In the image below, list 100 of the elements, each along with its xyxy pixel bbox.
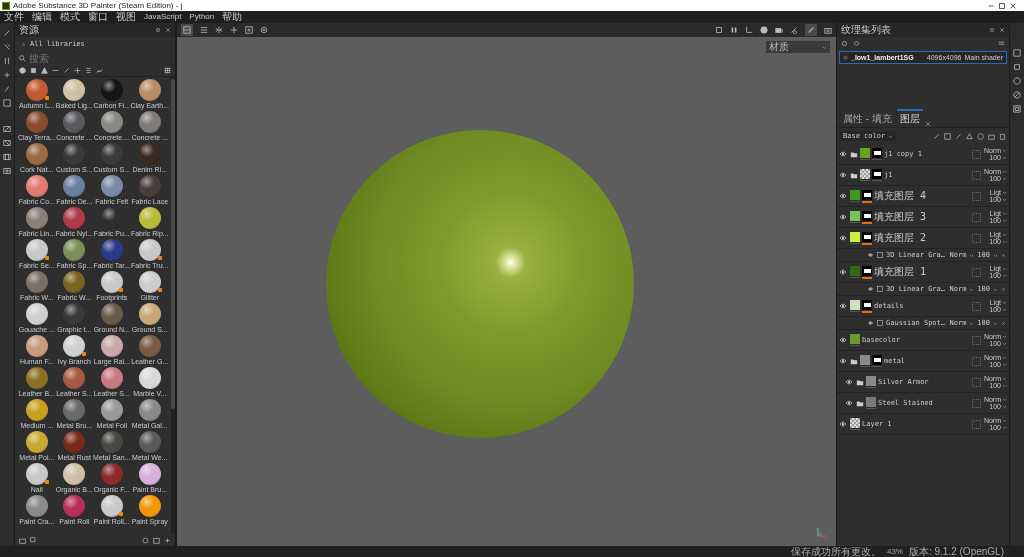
- material-preview[interactable]: [25, 79, 48, 101]
- import-icon[interactable]: [19, 536, 26, 544]
- filter-icon[interactable]: [96, 67, 103, 74]
- display-mode-dropdown[interactable]: 材质: [766, 41, 830, 53]
- menu-item[interactable]: 文件: [4, 11, 24, 23]
- layer-name[interactable]: 填充图层 4: [874, 189, 970, 203]
- material-preview[interactable]: [63, 367, 86, 389]
- close-icon[interactable]: [1009, 1, 1017, 10]
- material-preview[interactable]: [63, 207, 86, 229]
- search-field[interactable]: 搜索: [29, 52, 89, 64]
- close-icon[interactable]: [165, 27, 171, 33]
- chevron-icon[interactable]: [888, 133, 894, 139]
- sphere-icon[interactable]: [760, 26, 768, 34]
- material-preview[interactable]: [25, 463, 48, 485]
- material-preview[interactable]: [25, 335, 48, 357]
- material-preview[interactable]: [25, 111, 48, 133]
- material-preview[interactable]: [63, 463, 86, 485]
- material-preview[interactable]: [138, 79, 161, 101]
- material-preview[interactable]: [25, 271, 48, 293]
- layer-name[interactable]: 填充图层 1: [874, 265, 970, 279]
- camera-icon[interactable]: [775, 26, 783, 34]
- align-icon[interactable]: [230, 26, 238, 34]
- material-preview[interactable]: [25, 207, 48, 229]
- menu-icon[interactable]: [998, 40, 1005, 47]
- close-icon[interactable]: [999, 27, 1005, 33]
- menu-item[interactable]: JavaScript: [144, 11, 182, 23]
- material-preview[interactable]: [100, 399, 123, 421]
- chevron-icon[interactable]: [822, 44, 827, 50]
- material-preview[interactable]: [138, 431, 161, 453]
- material-preview[interactable]: [138, 399, 161, 421]
- restore-icon[interactable]: [998, 1, 1006, 10]
- material-preview[interactable]: [138, 463, 161, 485]
- grid-icon[interactable]: [200, 26, 208, 34]
- material-preview[interactable]: [25, 175, 48, 197]
- tool-icon[interactable]: [3, 57, 11, 65]
- material-preview[interactable]: [25, 239, 48, 261]
- material-preview[interactable]: [138, 239, 161, 261]
- panel-icon[interactable]: [1013, 91, 1021, 99]
- material-preview[interactable]: [25, 303, 48, 325]
- material-preview[interactable]: [138, 367, 161, 389]
- menu-item[interactable]: 模式: [60, 11, 80, 23]
- brush-icon[interactable]: [807, 26, 815, 34]
- tool-icon[interactable]: [3, 153, 11, 161]
- tool-icon[interactable]: [3, 139, 11, 147]
- layer-name[interactable]: 填充图层 3: [874, 210, 970, 224]
- layer-name[interactable]: 填充图层 2: [874, 231, 970, 245]
- material-preview[interactable]: [138, 495, 161, 517]
- tool-icon[interactable]: [3, 29, 11, 37]
- filter-icon[interactable]: [85, 67, 92, 74]
- chevron-icon[interactable]: [969, 320, 975, 326]
- grid-view-icon[interactable]: [164, 67, 171, 74]
- menu-item[interactable]: Python: [189, 11, 215, 23]
- chevron-icon[interactable]: [993, 252, 998, 258]
- material-preview[interactable]: [138, 111, 161, 133]
- material-preview[interactable]: [63, 335, 86, 357]
- material-preview[interactable]: [63, 495, 86, 517]
- tool-icon[interactable]: [3, 125, 11, 133]
- tool-icon[interactable]: [3, 71, 11, 79]
- material-preview[interactable]: [100, 495, 123, 517]
- material-preview[interactable]: [100, 271, 123, 293]
- material-preview[interactable]: [100, 175, 123, 197]
- tool-icon[interactable]: [3, 167, 11, 175]
- material-preview[interactable]: [63, 239, 86, 261]
- material-preview[interactable]: [25, 399, 48, 421]
- chevron-icon[interactable]: [993, 320, 998, 326]
- material-preview[interactable]: [138, 207, 161, 229]
- material-preview[interactable]: [25, 495, 48, 517]
- tool-icon[interactable]: [3, 43, 11, 51]
- material-preview[interactable]: [25, 367, 48, 389]
- close-icon[interactable]: [1001, 320, 1006, 326]
- close-icon[interactable]: [924, 121, 931, 127]
- material-preview[interactable]: [100, 303, 123, 325]
- settings-icon[interactable]: [260, 26, 268, 34]
- pause-icon[interactable]: [730, 26, 738, 34]
- material-preview[interactable]: [25, 431, 48, 453]
- layout-icon[interactable]: [183, 26, 191, 34]
- expand-icon[interactable]: [21, 41, 26, 47]
- chevron-icon[interactable]: [969, 252, 975, 258]
- material-preview[interactable]: [100, 367, 123, 389]
- material-preview[interactable]: [100, 335, 123, 357]
- menu-item[interactable]: 窗口: [88, 11, 108, 23]
- panel-icon[interactable]: [1013, 105, 1021, 113]
- screenshot-icon[interactable]: [715, 26, 723, 34]
- chevron-icon[interactable]: [969, 286, 975, 292]
- material-preview[interactable]: [138, 303, 161, 325]
- folder-icon[interactable]: [153, 536, 160, 544]
- frame-icon[interactable]: [245, 26, 253, 34]
- filter-icon[interactable]: [74, 67, 81, 74]
- material-preview[interactable]: [138, 271, 161, 293]
- camera-icon[interactable]: [824, 26, 832, 34]
- panel-tab[interactable]: 图层: [896, 109, 923, 127]
- chevron-icon[interactable]: [993, 286, 998, 292]
- menu-item[interactable]: 编辑: [32, 11, 52, 23]
- material-preview[interactable]: [100, 111, 123, 133]
- material-preview[interactable]: [63, 175, 86, 197]
- material-preview[interactable]: [138, 335, 161, 357]
- material-preview[interactable]: [63, 271, 86, 293]
- close-icon[interactable]: [1001, 252, 1006, 258]
- export-icon[interactable]: [30, 536, 37, 544]
- material-preview[interactable]: [25, 143, 48, 165]
